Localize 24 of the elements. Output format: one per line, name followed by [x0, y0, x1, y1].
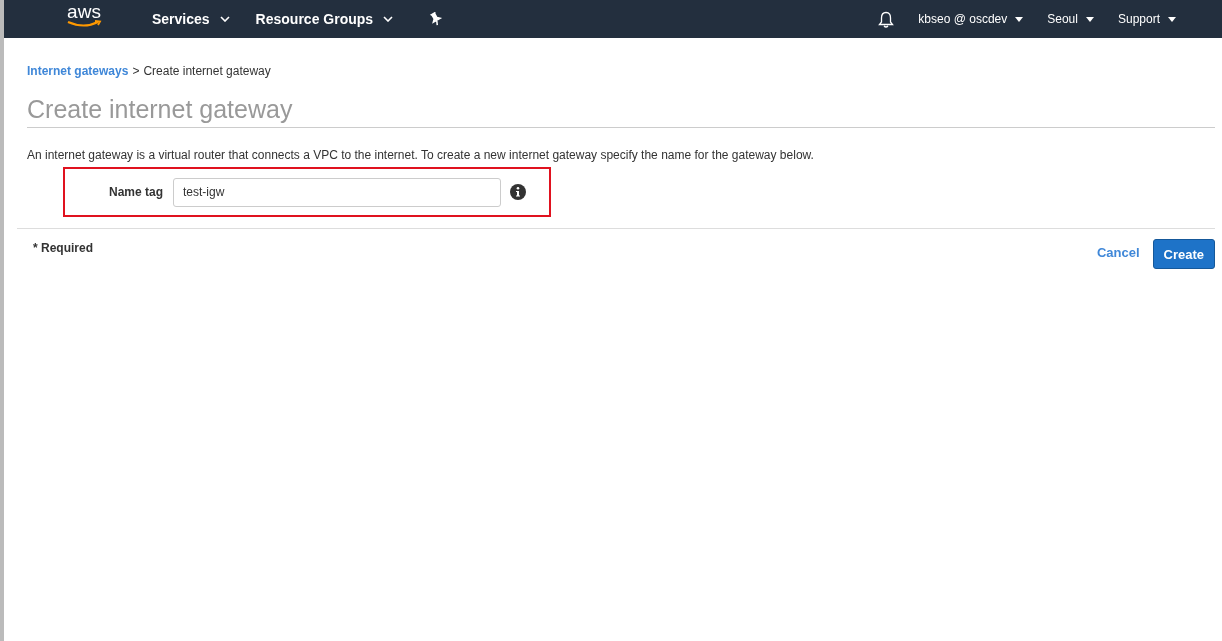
caret-icon: [1085, 16, 1094, 22]
pin-icon[interactable]: [429, 12, 444, 26]
chevron-icon: [383, 16, 394, 22]
aws-logo[interactable]: aws: [64, 10, 104, 28]
nav-menu[interactable]: Services: [152, 11, 230, 27]
chevron-icon: [219, 16, 230, 22]
nav-menu[interactable]: Support: [1117, 12, 1176, 26]
breadcrumb-separator: >: [132, 64, 140, 78]
cancel-link[interactable]: Cancel: [1096, 245, 1140, 260]
nav-menu[interactable]: Resource Groups: [255, 11, 394, 27]
create-button[interactable]: Create: [1152, 239, 1215, 269]
breadcrumb-link[interactable]: Internet gateways: [27, 64, 129, 78]
info-icon[interactable]: [510, 184, 526, 200]
name-tag-input[interactable]: test-igw: [173, 177, 501, 207]
caret-icon: [1168, 16, 1176, 22]
bell-icon[interactable]: [878, 10, 895, 28]
description-text: An internet gateway is a virtual router that connects a VPC to the internet. To create a new internet gateway specify the name for the gateway below.: [27, 148, 815, 162]
caret-icon: [1015, 16, 1024, 22]
breadcrumb-current: Create internet gateway: [143, 64, 271, 78]
nav-menu[interactable]: Seoul: [1047, 12, 1094, 26]
page-title: Create internet gateway: [27, 95, 1215, 128]
required-note: * Required: [33, 241, 93, 255]
nav-menu[interactable]: kbseo @ oscdev: [918, 12, 1024, 26]
field-label: Name tag: [107, 185, 163, 199]
